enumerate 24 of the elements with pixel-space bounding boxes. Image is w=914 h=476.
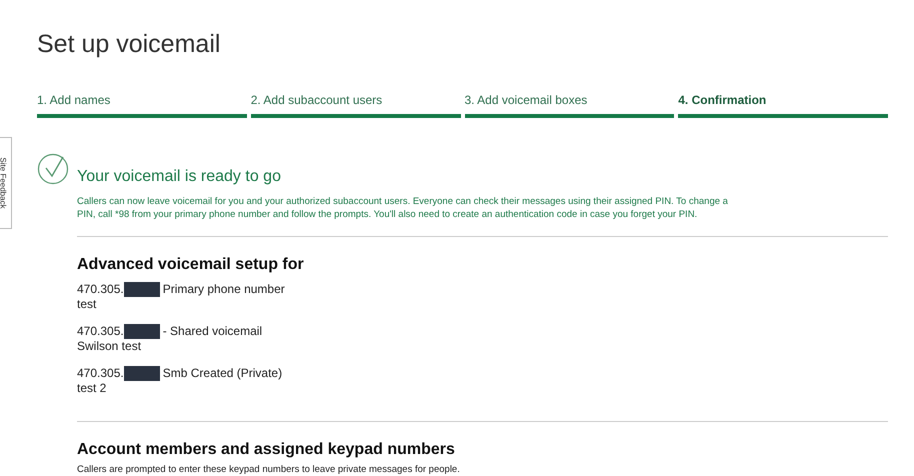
line-name: Swilson test — [77, 338, 142, 352]
feedback-tab[interactable]: Site Feedback — [0, 137, 12, 229]
progress-step: 3. Add voicemail boxes — [464, 90, 674, 118]
line-description: Smb Created (Private) — [162, 366, 282, 380]
phone-number: 470.305. — [77, 282, 124, 296]
line-description: Primary phone number — [162, 282, 285, 296]
section-description: Callers are prompted to enter these keypad numbers to leave private messages for people. — [77, 462, 461, 476]
section-heading: Account members and assigned keypad numbers — [77, 440, 456, 460]
section-heading: Advanced voicemail setup for — [77, 254, 305, 274]
success-heading: Your voicemail is ready to go — [77, 166, 282, 186]
page-title: Set up voicemail — [37, 29, 222, 60]
progress-step: 2. Add subaccount users — [250, 90, 460, 118]
redaction-bar — [124, 282, 160, 296]
line-name: test 2 — [77, 380, 108, 394]
progress-step: 1. Add names — [37, 90, 247, 118]
redaction-bar — [124, 324, 160, 338]
progress-step: 4. Confirmation — [678, 90, 888, 118]
checkmark-icon — [37, 152, 69, 184]
phone-number: 470.305. — [77, 324, 124, 338]
phone-number: 470.305. — [77, 366, 124, 380]
success-message: Callers can now leave voicemail for you and your authorized subaccount users. Everyone can check their messages using their assigned PIN. To change a PIN, call *98 from your primary phone number and follow the prompts. You'll also need to create an authentication code in case you forget your PIN. — [77, 194, 729, 220]
line-description: - Shared voicemail — [162, 324, 262, 338]
redaction-bar — [124, 366, 160, 380]
line-name: test — [77, 296, 98, 310]
